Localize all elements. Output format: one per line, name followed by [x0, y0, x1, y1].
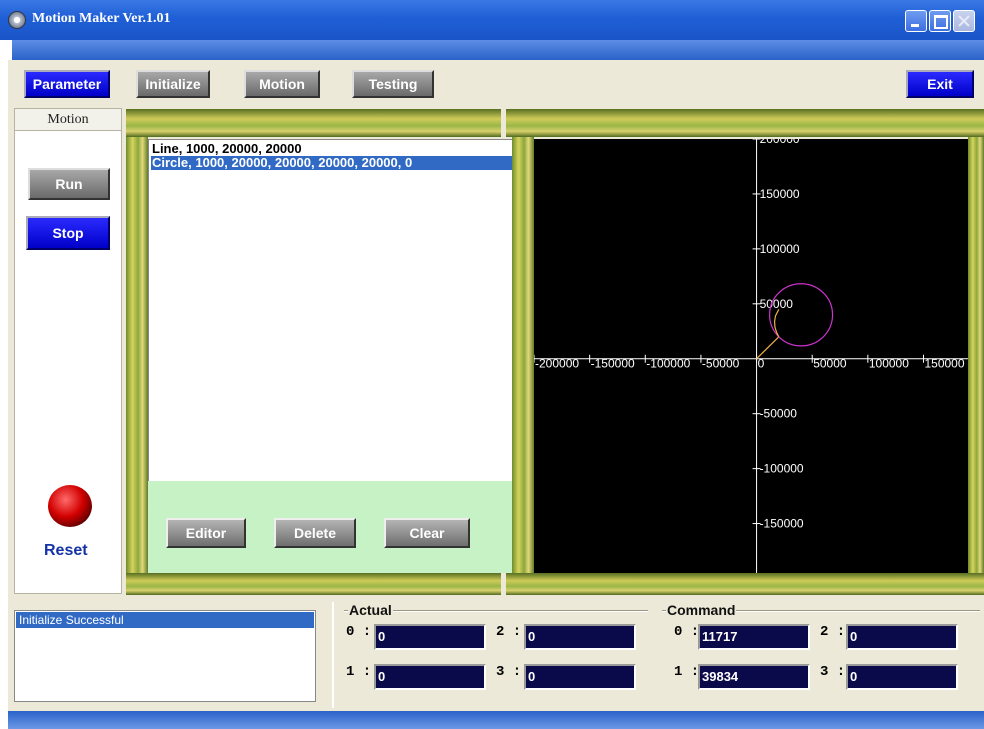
- clear-button[interactable]: Clear: [384, 518, 470, 548]
- actual-value-2: 0: [524, 624, 636, 650]
- frame-bottom-left: [126, 573, 501, 595]
- command-value-1: 39834: [698, 664, 810, 690]
- list-item[interactable]: Line, 1000, 20000, 20000: [151, 142, 512, 156]
- run-button[interactable]: Run: [28, 168, 110, 200]
- motion-list[interactable]: Line, 1000, 20000, 20000 Circle, 1000, 2…: [148, 139, 512, 481]
- command-index-1: 1 :: [674, 664, 700, 680]
- y-tick-label: -50000: [760, 407, 798, 421]
- position-readout-panel: Actual 0 : 0 1 : 0 2 : 0 3 : 0 Command 0…: [332, 602, 984, 708]
- y-tick-label: 200000: [760, 139, 800, 146]
- actual-value-1: 0: [374, 664, 486, 690]
- app-gear-icon: [8, 11, 26, 29]
- actual-value-3: 0: [524, 664, 636, 690]
- x-tick-label: -150000: [591, 357, 635, 371]
- stop-button[interactable]: Stop: [26, 216, 110, 250]
- command-index-0: 0 :: [674, 624, 700, 640]
- status-box: Initialize Successful: [14, 610, 316, 702]
- delete-button[interactable]: Delete: [274, 518, 356, 548]
- actual-value-0: 0: [374, 624, 486, 650]
- x-tick-label: -50000: [702, 357, 740, 371]
- reset-label[interactable]: Reset: [44, 542, 88, 560]
- frame-right: [968, 137, 984, 573]
- list-item-selected[interactable]: Circle, 1000, 20000, 20000, 20000, 20000…: [151, 156, 512, 170]
- footer-strip: [8, 711, 984, 729]
- y-tick-label: 50000: [760, 297, 794, 311]
- command-index-2: 2 :: [820, 624, 846, 640]
- plot-svg: -200000 -150000 -100000 -50000 0 50000 100000 1…: [534, 139, 968, 573]
- parameter-button[interactable]: Parameter: [24, 70, 110, 98]
- frame-top-left: [126, 109, 501, 137]
- motion-button[interactable]: Motion: [244, 70, 320, 98]
- testing-button[interactable]: Testing: [352, 70, 434, 98]
- close-button[interactable]: [953, 10, 975, 32]
- x-tick-label: -200000: [535, 357, 579, 371]
- status-message: Initialize Successful: [16, 612, 314, 628]
- line-path: [756, 336, 780, 360]
- actual-index-1: 1 :: [346, 664, 372, 680]
- actual-index-3: 3 :: [496, 664, 522, 680]
- y-tick-label: 100000: [760, 242, 800, 256]
- x-tick-label: 50000: [813, 357, 847, 371]
- maximize-button[interactable]: [929, 10, 951, 32]
- y-tick-label: -150000: [760, 517, 804, 531]
- x-tick-label: 0: [758, 357, 765, 371]
- actual-index-0: 0 :: [346, 624, 372, 640]
- x-tick-label: 100000: [869, 357, 909, 371]
- frame-middle: [512, 137, 534, 573]
- y-tick-label: 150000: [760, 187, 800, 201]
- editor-button[interactable]: Editor: [166, 518, 246, 548]
- command-value-3: 0: [846, 664, 958, 690]
- command-value-0: 11717: [698, 624, 810, 650]
- x-tick-label: 150000: [924, 357, 964, 371]
- frame-bottom-right: [506, 573, 984, 595]
- motion-panel-header: Motion: [14, 108, 122, 132]
- initialize-button[interactable]: Initialize: [136, 70, 210, 98]
- actual-group-title: Actual: [348, 602, 393, 618]
- frame-left: [126, 137, 148, 573]
- command-group-title: Command: [666, 602, 737, 618]
- command-index-3: 3 :: [820, 664, 846, 680]
- trajectory-plot: -200000 -150000 -100000 -50000 0 50000 100000 1…: [534, 139, 968, 573]
- header-strip: [12, 40, 984, 60]
- window-title: Motion Maker Ver.1.01: [32, 11, 171, 26]
- x-tick-label: -100000: [646, 357, 690, 371]
- minimize-button[interactable]: [905, 10, 927, 32]
- y-tick-label: -100000: [760, 462, 804, 476]
- exit-button[interactable]: Exit: [906, 70, 974, 98]
- frame-top-right: [506, 109, 984, 137]
- command-value-2: 0: [846, 624, 958, 650]
- actual-index-2: 2 :: [496, 624, 522, 640]
- reset-knob-icon[interactable]: [48, 485, 92, 527]
